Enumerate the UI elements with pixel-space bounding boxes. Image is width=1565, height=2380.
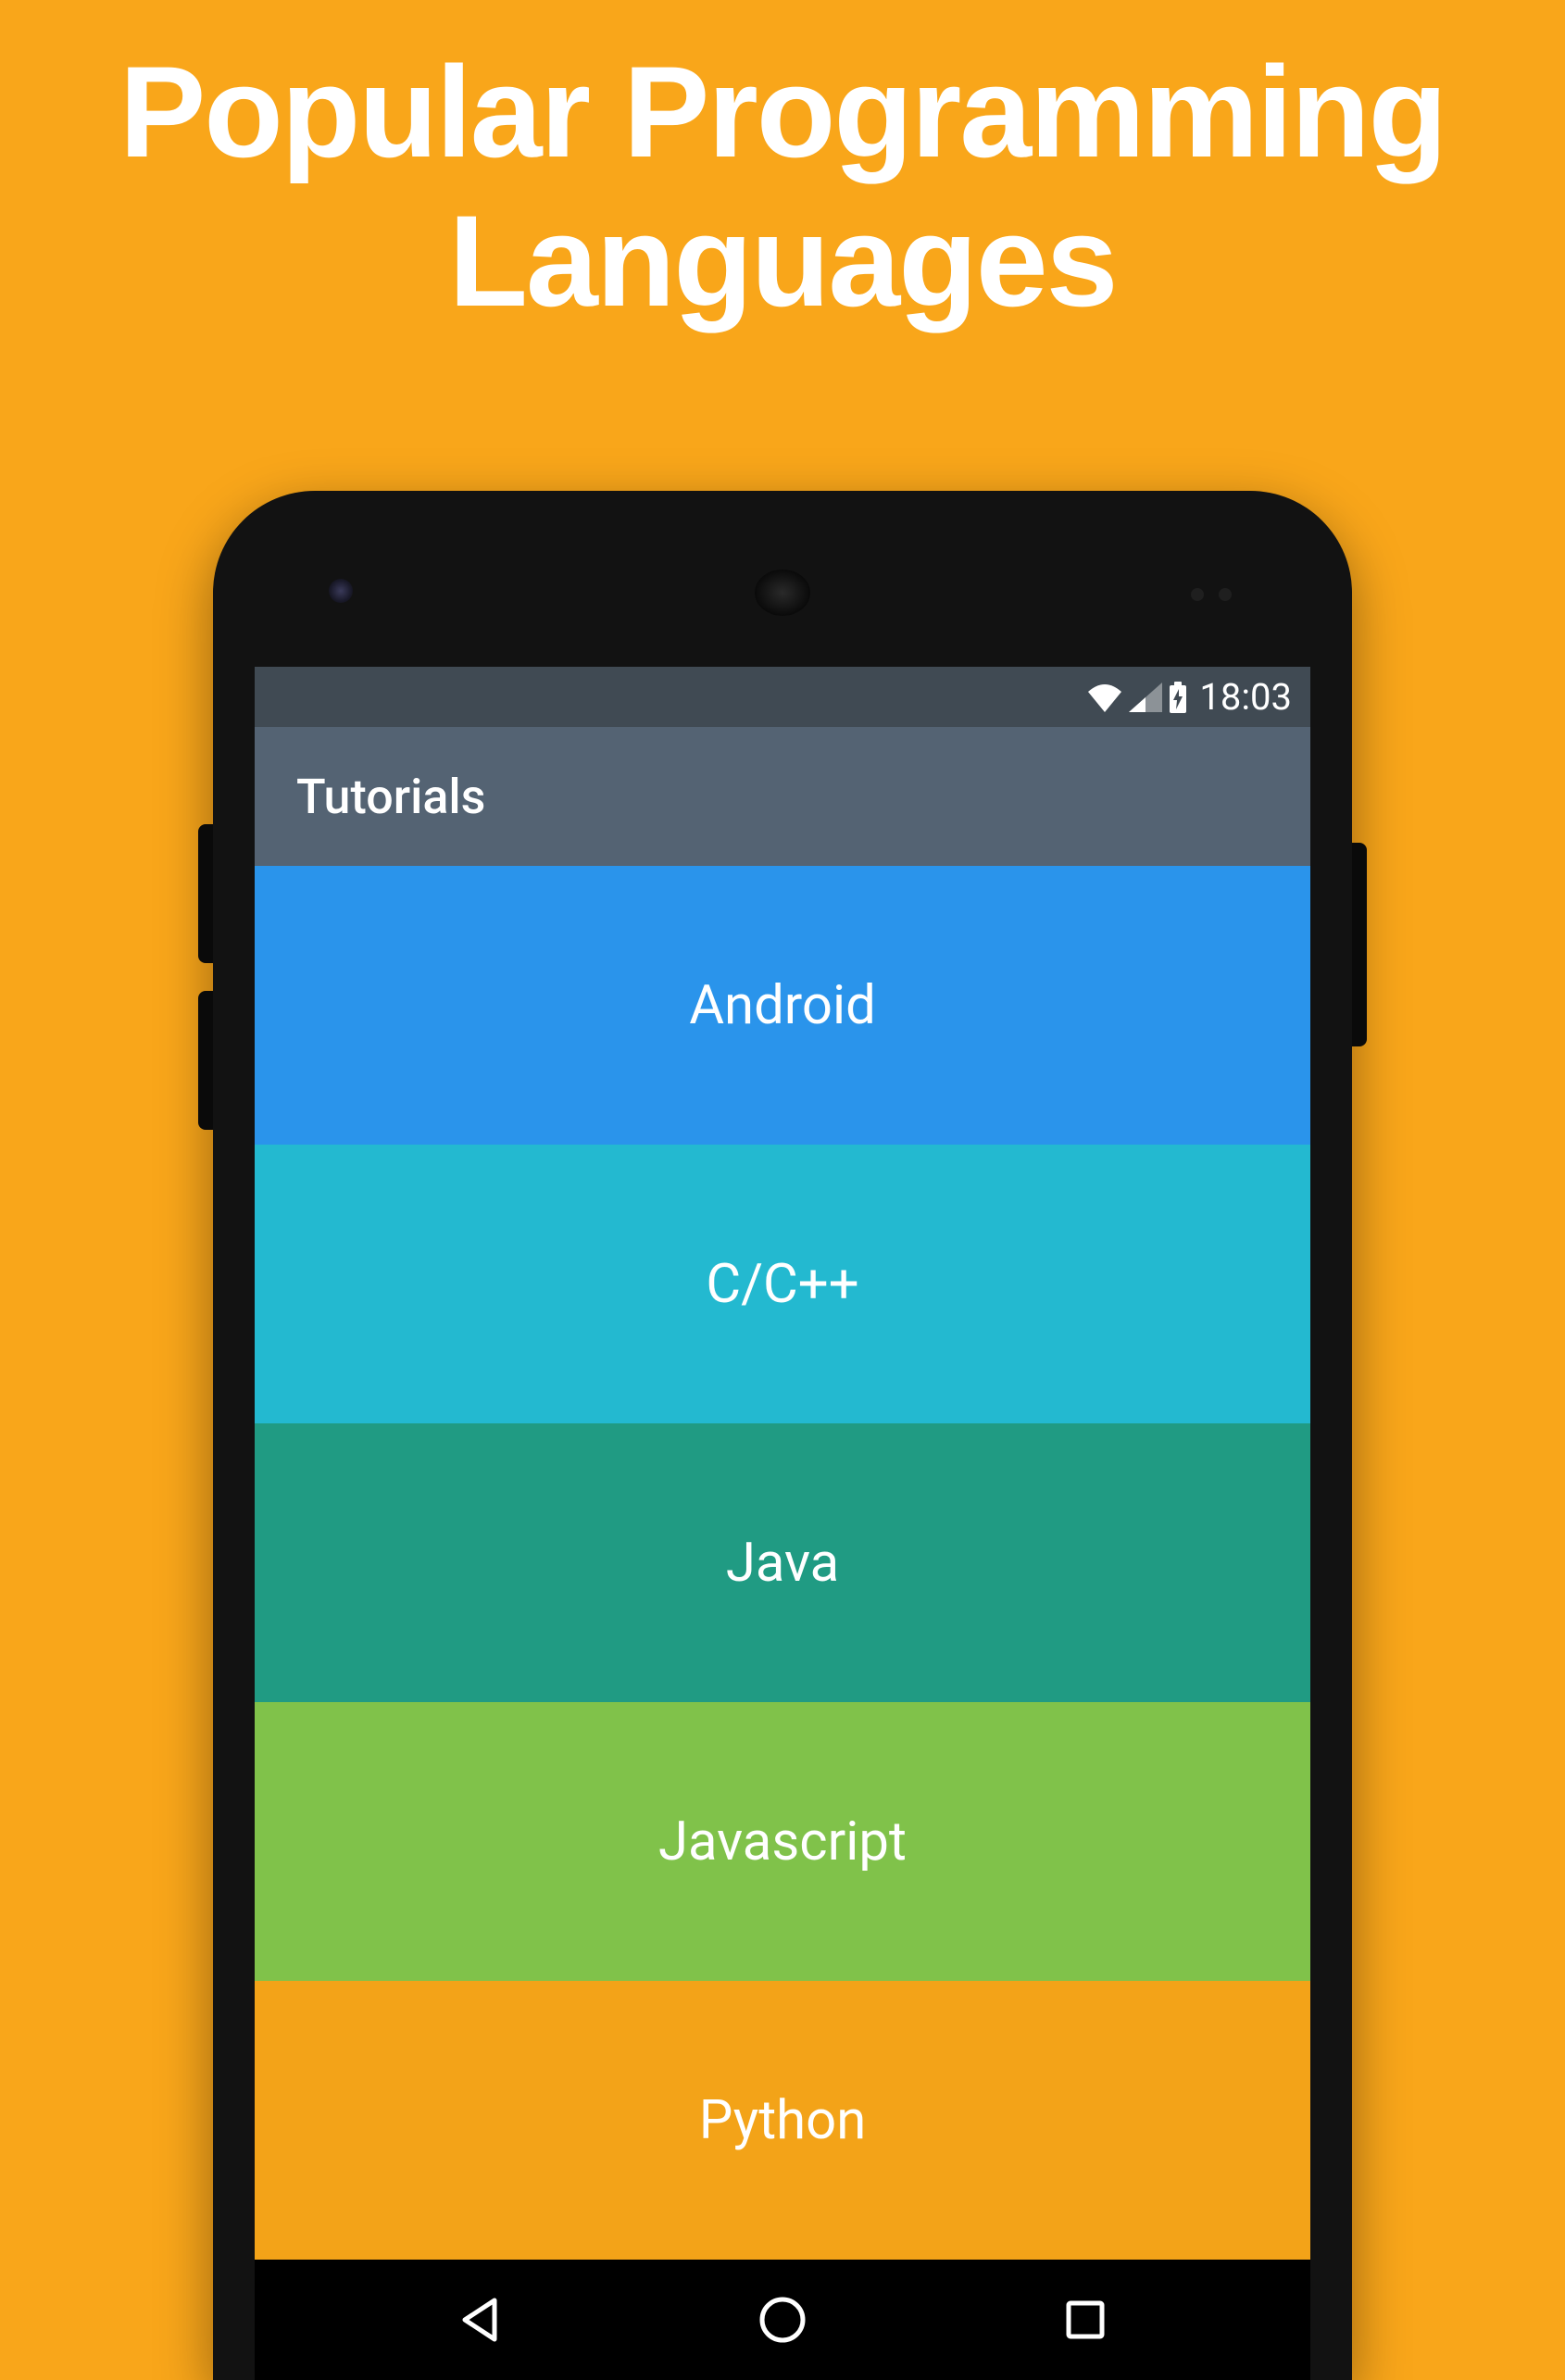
list-item-label: Python	[699, 2089, 867, 2152]
wifi-icon	[1086, 683, 1123, 712]
phone-screen: 18:03 Tutorials Android C/C++ Java Javas…	[255, 667, 1310, 2260]
signal-icon	[1129, 683, 1162, 712]
phone-volume-up-button	[198, 824, 213, 963]
app-bar: Tutorials	[255, 727, 1310, 866]
phone-sensor	[1191, 588, 1204, 601]
page-title: Popular Programming Languages	[0, 0, 1565, 335]
battery-charging-icon	[1168, 682, 1188, 713]
list-item-c-cpp[interactable]: C/C++	[255, 1145, 1310, 1423]
status-bar: 18:03	[255, 667, 1310, 727]
home-button[interactable]	[755, 2292, 810, 2348]
list-item-label: Java	[726, 1532, 839, 1595]
list-item-python[interactable]: Python	[255, 1981, 1310, 2260]
recent-apps-button[interactable]	[1058, 2292, 1113, 2348]
phone-camera	[329, 579, 353, 603]
status-time: 18:03	[1199, 675, 1292, 719]
phone-power-button	[1352, 843, 1367, 1046]
list-item-android[interactable]: Android	[255, 866, 1310, 1145]
back-button[interactable]	[452, 2292, 507, 2348]
list-item-label: Javascript	[658, 1810, 907, 1873]
list-item-java[interactable]: Java	[255, 1423, 1310, 1702]
list-item-label: C/C++	[706, 1253, 858, 1316]
list-item-label: Android	[689, 974, 876, 1037]
phone-speaker	[755, 570, 810, 616]
phone-mockup: 18:03 Tutorials Android C/C++ Java Javas…	[213, 491, 1352, 2380]
phone-sensor	[1219, 588, 1232, 601]
phone-volume-down-button	[198, 991, 213, 1130]
list-item-javascript[interactable]: Javascript	[255, 1702, 1310, 1981]
language-list: Android C/C++ Java Javascript Python	[255, 866, 1310, 2260]
navigation-bar	[255, 2260, 1310, 2380]
app-bar-title: Tutorials	[296, 769, 485, 825]
